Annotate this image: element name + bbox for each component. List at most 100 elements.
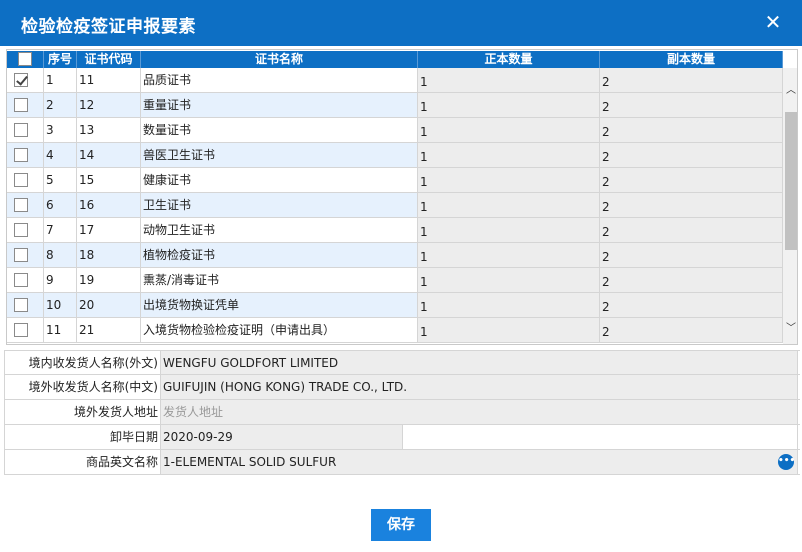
row-original-qty[interactable]: 1	[418, 218, 600, 243]
scroll-up-icon[interactable]: ︿	[786, 86, 796, 96]
consignee-foreign-field[interactable]: WENGFU GOLDFORT LIMITED	[161, 351, 798, 374]
row-copy-qty[interactable]: 2	[600, 93, 783, 118]
consignee-foreign-label: 境内收发货人名称(外文)	[4, 351, 161, 374]
row-checkbox[interactable]	[14, 98, 28, 112]
row-checkbox[interactable]	[14, 223, 28, 237]
row-original-qty[interactable]: 1	[418, 68, 600, 93]
row-checkbox[interactable]	[14, 323, 28, 337]
table-row[interactable]: 8 18 植物检疫证书 1 2	[7, 243, 783, 268]
row-select-cell[interactable]	[7, 193, 44, 218]
row-select-cell[interactable]	[7, 143, 44, 168]
row-select-cell[interactable]	[7, 218, 44, 243]
row-code: 11	[77, 68, 141, 93]
row-seq: 5	[44, 168, 77, 193]
table-row[interactable]: 2 12 重量证书 1 2	[7, 93, 783, 118]
row-original-qty[interactable]: 1	[418, 193, 600, 218]
row-copy-qty[interactable]: 2	[600, 243, 783, 268]
row-checkbox[interactable]	[14, 73, 28, 87]
row-seq: 11	[44, 318, 77, 343]
row-copy-qty[interactable]: 2	[600, 193, 783, 218]
overseas-address-field[interactable]: 发货人地址	[161, 400, 798, 424]
row-code: 21	[77, 318, 141, 343]
row-code: 17	[77, 218, 141, 243]
row-cert-name: 健康证书	[141, 168, 418, 193]
row-original-qty[interactable]: 1	[418, 93, 600, 118]
row-seq: 10	[44, 293, 77, 318]
row-seq: 2	[44, 93, 77, 118]
select-all-checkbox[interactable]	[18, 52, 32, 66]
row-copy-qty[interactable]: 2	[600, 293, 783, 318]
header-select-all[interactable]	[7, 51, 44, 68]
row-copy-qty[interactable]: 2	[600, 268, 783, 293]
row-select-cell[interactable]	[7, 68, 44, 93]
row-select-cell[interactable]	[7, 118, 44, 143]
table-row[interactable]: 4 14 兽医卫生证书 1 2	[7, 143, 783, 168]
row-copy-qty[interactable]: 2	[600, 68, 783, 93]
row-checkbox[interactable]	[14, 248, 28, 262]
save-button[interactable]: 保存	[371, 509, 431, 541]
row-select-cell[interactable]	[7, 168, 44, 193]
table-row[interactable]: 6 16 卫生证书 1 2	[7, 193, 783, 218]
table-row[interactable]: 5 15 健康证书 1 2	[7, 168, 783, 193]
row-original-qty[interactable]: 1	[418, 293, 600, 318]
row-code: 14	[77, 143, 141, 168]
row-checkbox[interactable]	[14, 123, 28, 137]
row-cert-name: 重量证书	[141, 93, 418, 118]
table-row[interactable]: 3 13 数量证书 1 2	[7, 118, 783, 143]
table-row[interactable]: 10 20 出境货物换证凭单 1 2	[7, 293, 783, 318]
row-original-qty[interactable]: 1	[418, 243, 600, 268]
row-copy-qty[interactable]: 2	[600, 143, 783, 168]
vertical-scrollbar[interactable]: ︿ ﹀	[783, 68, 797, 344]
row-checkbox[interactable]	[14, 273, 28, 287]
row-checkbox[interactable]	[14, 148, 28, 162]
row-select-cell[interactable]	[7, 293, 44, 318]
row-copy-qty[interactable]: 2	[600, 168, 783, 193]
row-cert-name: 植物检疫证书	[141, 243, 418, 268]
goods-en-name-field[interactable]: 1-ELEMENTAL SOLID SULFUR	[161, 450, 798, 474]
goods-en-name-label: 商品英文名称	[4, 450, 161, 474]
table-row[interactable]: 11 21 入境货物检验检疫证明（申请出具） 1 2	[7, 318, 783, 343]
row-code: 13	[77, 118, 141, 143]
row-original-qty[interactable]: 1	[418, 118, 600, 143]
row-select-cell[interactable]	[7, 318, 44, 343]
row-original-qty[interactable]: 1	[418, 168, 600, 193]
close-icon[interactable]: ✕	[762, 11, 784, 33]
header-copy-qty: 副本数量	[600, 51, 783, 68]
row-select-cell[interactable]	[7, 243, 44, 268]
row-seq: 3	[44, 118, 77, 143]
scrollbar-thumb[interactable]	[785, 112, 797, 250]
row-cert-name: 品质证书	[141, 68, 418, 93]
row-original-qty[interactable]: 1	[418, 318, 600, 343]
table-row[interactable]: 9 19 熏蒸/消毒证书 1 2	[7, 268, 783, 293]
scroll-down-icon[interactable]: ﹀	[786, 324, 796, 334]
row-cert-name: 数量证书	[141, 118, 418, 143]
overseas-consignor-cn-field[interactable]: GUIFUJIN (HONG KONG) TRADE CO., LTD.	[161, 375, 798, 399]
row-checkbox[interactable]	[14, 198, 28, 212]
row-checkbox[interactable]	[14, 298, 28, 312]
form-row-overseas-consignor-cn: 境外收发货人名称(中文) GUIFUJIN (HONG KONG) TRADE …	[4, 375, 800, 400]
unload-date-field[interactable]: 2020-09-29	[161, 425, 403, 449]
row-select-cell[interactable]	[7, 268, 44, 293]
row-checkbox[interactable]	[14, 173, 28, 187]
unload-date-label: 卸毕日期	[4, 425, 161, 449]
table-row[interactable]: 7 17 动物卫生证书 1 2	[7, 218, 783, 243]
dialog-title: 检验检疫签证申报要素	[21, 17, 196, 37]
row-seq: 9	[44, 268, 77, 293]
row-copy-qty[interactable]: 2	[600, 118, 783, 143]
row-original-qty[interactable]: 1	[418, 268, 600, 293]
declaration-form: 境内收发货人名称(外文) WENGFU GOLDFORT LIMITED 境外收…	[4, 350, 800, 475]
more-options-icon[interactable]: •••	[778, 454, 795, 470]
row-select-cell[interactable]	[7, 93, 44, 118]
row-original-qty[interactable]: 1	[418, 143, 600, 168]
overseas-consignor-cn-label: 境外收发货人名称(中文)	[4, 375, 161, 399]
row-code: 19	[77, 268, 141, 293]
row-cert-name: 熏蒸/消毒证书	[141, 268, 418, 293]
table-row[interactable]: 1 11 品质证书 1 2	[7, 68, 783, 93]
overseas-address-label: 境外发货人地址	[4, 400, 161, 424]
row-cert-name: 动物卫生证书	[141, 218, 418, 243]
row-copy-qty[interactable]: 2	[600, 318, 783, 343]
form-row-unload-date: 卸毕日期 2020-09-29	[4, 425, 800, 450]
row-copy-qty[interactable]: 2	[600, 218, 783, 243]
row-cert-name: 卫生证书	[141, 193, 418, 218]
row-cert-name: 入境货物检验检疫证明（申请出具）	[141, 318, 418, 343]
